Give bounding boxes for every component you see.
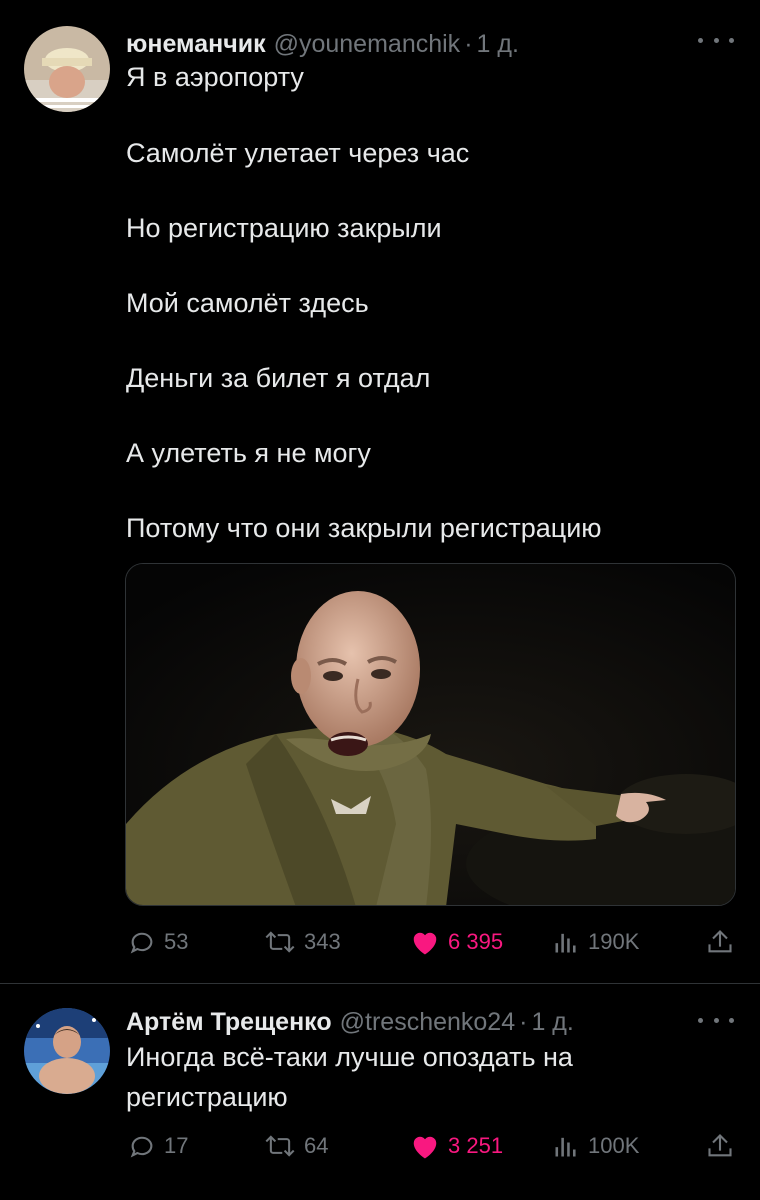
tweet-text-line: Потому что они закрыли регистрацию (126, 513, 602, 543)
reply-button[interactable]: 53 (128, 924, 188, 960)
separator-dot: · (464, 30, 473, 58)
views-button[interactable]: 100K (552, 1128, 639, 1164)
more-icon[interactable] (698, 1010, 734, 1030)
retweet-count: 343 (304, 929, 341, 954)
reply-count: 53 (164, 929, 189, 954)
retweet-button[interactable]: 343 (264, 924, 341, 960)
like-button[interactable]: 6 395 (410, 924, 503, 960)
timestamp[interactable]: 1 д. (531, 1008, 573, 1037)
author-name[interactable]: Артём Трещенко (126, 1008, 332, 1037)
tweet-text-line: Мой самолёт здесь (126, 288, 369, 318)
reply-icon (130, 932, 153, 954)
tweet-text-line: А улететь я не могу (126, 438, 371, 468)
retweet-icon (265, 931, 295, 953)
retweet-icon (265, 1135, 295, 1157)
tweet-text-line: регистрацию (126, 1082, 288, 1112)
like-button[interactable]: 3 251 (410, 1128, 503, 1164)
tweet-actions: 17 64 3 251 100K (126, 1128, 738, 1164)
tweet-text-line: Иногда всё-таки лучше опоздать на (126, 1042, 573, 1072)
views-count: 100K (588, 1133, 640, 1158)
share-icon (708, 1134, 732, 1157)
avatar[interactable] (24, 26, 110, 112)
share-button[interactable] (706, 1128, 734, 1164)
separator-dot: · (519, 1008, 528, 1036)
like-count: 6 395 (448, 929, 504, 954)
retweet-button[interactable]: 64 (264, 1128, 328, 1164)
like-count: 3 251 (448, 1133, 504, 1158)
tweet-text-line: Самолёт улетает через час (126, 138, 470, 168)
reply-count: 17 (164, 1133, 189, 1158)
author-handle[interactable]: @treschenko24 (340, 1008, 515, 1037)
views-count: 190K (588, 929, 640, 954)
heart-icon (413, 932, 437, 955)
reply-icon (130, 1136, 153, 1158)
tweet-actions: 53 343 6 395 190K (126, 924, 738, 960)
retweet-count: 64 (304, 1133, 329, 1158)
views-icon (555, 933, 576, 953)
heart-icon (413, 1136, 437, 1159)
author-name[interactable]: юнеманчик (126, 30, 266, 59)
share-button[interactable] (706, 924, 734, 960)
more-icon[interactable] (698, 30, 734, 50)
tweet-text-line: Деньги за билет я отдал (126, 363, 431, 393)
avatar[interactable] (24, 1008, 110, 1094)
tweet-media-image[interactable] (125, 563, 736, 906)
share-icon (708, 930, 732, 953)
tweet-text-line: Я в аэропорту (126, 62, 304, 92)
tweet-main[interactable]: юнеманчик @younemanchik · 1 д. Я в аэроп… (0, 0, 760, 983)
reply-button[interactable]: 17 (128, 1128, 188, 1164)
views-button[interactable]: 190K (552, 924, 639, 960)
views-icon (555, 1137, 576, 1157)
author-handle[interactable]: @younemanchik (274, 30, 461, 59)
tweet-text-line: Но регистрацию закрыли (126, 213, 442, 243)
timestamp[interactable]: 1 д. (477, 30, 519, 59)
tweet-reply[interactable]: Артём Трещенко @treschenko24 · 1 д. Иног… (0, 984, 760, 1200)
